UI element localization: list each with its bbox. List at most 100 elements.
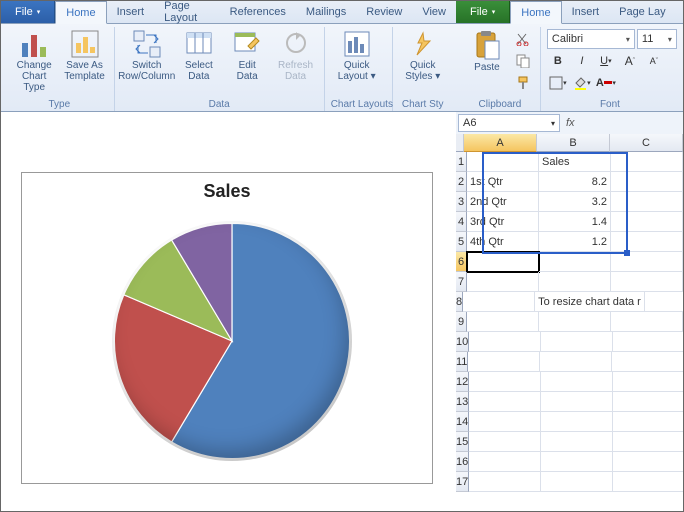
cell-A6[interactable] bbox=[467, 252, 539, 272]
cell-B12[interactable] bbox=[541, 372, 613, 392]
select-data-button[interactable]: Select Data bbox=[177, 27, 221, 84]
cell-C6[interactable] bbox=[611, 252, 683, 272]
bold-button[interactable]: B bbox=[547, 51, 569, 71]
row-header-4[interactable]: 4 bbox=[456, 212, 467, 232]
cell-A14[interactable] bbox=[469, 412, 541, 432]
cell-B17[interactable] bbox=[541, 472, 613, 492]
row-header-13[interactable]: 13 bbox=[456, 392, 469, 412]
row-header-11[interactable]: 11 bbox=[456, 352, 468, 372]
cell-A2[interactable]: 1st Qtr bbox=[467, 172, 539, 192]
cell-C4[interactable] bbox=[611, 212, 683, 232]
change-chart-type-button[interactable]: Change Chart Type bbox=[11, 27, 57, 95]
chart-title[interactable]: Sales bbox=[22, 181, 432, 202]
cell-B9[interactable] bbox=[539, 312, 611, 332]
cell-A1[interactable] bbox=[467, 152, 539, 172]
font-color-button[interactable]: A▾ bbox=[595, 73, 617, 93]
tab-home-right[interactable]: Home bbox=[510, 1, 561, 24]
font-family-combo[interactable]: Calibri▾ bbox=[547, 29, 635, 49]
border-button[interactable]: ▾ bbox=[547, 73, 569, 93]
cell-A11[interactable] bbox=[468, 352, 540, 372]
edit-data-button[interactable]: Edit Data bbox=[225, 27, 269, 84]
row-header-5[interactable]: 5 bbox=[456, 232, 467, 252]
tab-insert-right[interactable]: Insert bbox=[562, 1, 610, 23]
quick-styles-button[interactable]: Quick Styles ▾ bbox=[399, 27, 446, 84]
cell-B7[interactable] bbox=[539, 272, 611, 292]
tab-mailings-left[interactable]: Mailings bbox=[296, 1, 356, 23]
cell-C13[interactable] bbox=[613, 392, 683, 412]
fx-button[interactable]: fx bbox=[562, 117, 579, 129]
column-header-B[interactable]: B bbox=[537, 134, 610, 152]
cell-B4[interactable]: 1.4 bbox=[539, 212, 611, 232]
row-header-10[interactable]: 10 bbox=[456, 332, 469, 352]
cell-B10[interactable] bbox=[541, 332, 613, 352]
fill-color-button[interactable]: ▾ bbox=[571, 73, 593, 93]
cell-C14[interactable] bbox=[613, 412, 683, 432]
row-header-2[interactable]: 2 bbox=[456, 172, 467, 192]
row-header-17[interactable]: 17 bbox=[456, 472, 469, 492]
cell-C7[interactable] bbox=[611, 272, 683, 292]
cell-C8[interactable] bbox=[645, 292, 683, 312]
paste-button[interactable]: Paste bbox=[466, 27, 508, 75]
cell-A10[interactable] bbox=[469, 332, 541, 352]
pie-chart[interactable] bbox=[112, 221, 352, 461]
cell-B1[interactable]: Sales bbox=[539, 152, 611, 172]
tab-page-layout-left[interactable]: Page Layout bbox=[154, 1, 220, 23]
tab-review-left[interactable]: Review bbox=[356, 1, 412, 23]
cell-A16[interactable] bbox=[469, 452, 541, 472]
tab-view-left[interactable]: View bbox=[412, 1, 456, 23]
cell-C9[interactable] bbox=[611, 312, 683, 332]
cell-A7[interactable] bbox=[467, 272, 539, 292]
shrink-font-button[interactable]: Aˇ bbox=[643, 51, 665, 71]
cell-B14[interactable] bbox=[541, 412, 613, 432]
cell-B11[interactable] bbox=[540, 352, 612, 372]
tab-insert-left[interactable]: Insert bbox=[107, 1, 155, 23]
spreadsheet-grid[interactable]: ABC1Sales21st Qtr8.232nd Qtr3.243rd Qtr1… bbox=[456, 134, 683, 511]
cell-C16[interactable] bbox=[613, 452, 683, 472]
cell-B5[interactable]: 1.2 bbox=[539, 232, 611, 252]
document-area[interactable]: Sales bbox=[1, 112, 456, 511]
cell-B13[interactable] bbox=[541, 392, 613, 412]
cell-A13[interactable] bbox=[469, 392, 541, 412]
cell-C10[interactable] bbox=[613, 332, 683, 352]
row-header-6[interactable]: 6 bbox=[456, 252, 467, 272]
switch-row-column-button[interactable]: Switch Row/Column bbox=[121, 27, 173, 84]
name-box[interactable]: A6▾ bbox=[458, 114, 560, 132]
row-header-16[interactable]: 16 bbox=[456, 452, 469, 472]
column-header-A[interactable]: A bbox=[464, 134, 537, 152]
column-header-C[interactable]: C bbox=[610, 134, 683, 152]
file-tab-right[interactable]: File▾ bbox=[456, 1, 510, 23]
cell-B6[interactable] bbox=[539, 252, 611, 272]
cell-C5[interactable] bbox=[611, 232, 683, 252]
cell-C11[interactable] bbox=[612, 352, 683, 372]
row-header-1[interactable]: 1 bbox=[456, 152, 467, 172]
quick-layout-button[interactable]: Quick Layout ▾ bbox=[331, 27, 383, 84]
tab-page-layout-right[interactable]: Page Lay bbox=[609, 1, 675, 23]
cell-B15[interactable] bbox=[541, 432, 613, 452]
cell-A9[interactable] bbox=[467, 312, 539, 332]
cell-C12[interactable] bbox=[613, 372, 683, 392]
cell-A17[interactable] bbox=[469, 472, 541, 492]
cell-C2[interactable] bbox=[611, 172, 683, 192]
row-header-3[interactable]: 3 bbox=[456, 192, 467, 212]
cell-B3[interactable]: 3.2 bbox=[539, 192, 611, 212]
cell-A8[interactable] bbox=[463, 292, 535, 312]
save-as-template-button[interactable]: Save As Template bbox=[61, 27, 107, 84]
row-header-9[interactable]: 9 bbox=[456, 312, 467, 332]
cut-button[interactable] bbox=[512, 29, 534, 49]
file-tab-left[interactable]: File▾ bbox=[1, 1, 55, 23]
tab-home-left[interactable]: Home bbox=[55, 1, 106, 24]
copy-button[interactable] bbox=[512, 51, 534, 71]
cell-B8[interactable]: To resize chart data r bbox=[535, 292, 645, 312]
cell-C15[interactable] bbox=[613, 432, 683, 452]
tab-references-left[interactable]: References bbox=[220, 1, 296, 23]
grid-corner[interactable] bbox=[456, 134, 464, 152]
cell-B2[interactable]: 8.2 bbox=[539, 172, 611, 192]
row-header-7[interactable]: 7 bbox=[456, 272, 467, 292]
cell-A12[interactable] bbox=[469, 372, 541, 392]
chart-object[interactable]: Sales bbox=[21, 172, 433, 484]
cell-B16[interactable] bbox=[541, 452, 613, 472]
cell-C1[interactable] bbox=[611, 152, 683, 172]
font-size-combo[interactable]: 11▾ bbox=[637, 29, 677, 49]
italic-button[interactable]: I bbox=[571, 51, 593, 71]
underline-button[interactable]: U▾ bbox=[595, 51, 617, 71]
